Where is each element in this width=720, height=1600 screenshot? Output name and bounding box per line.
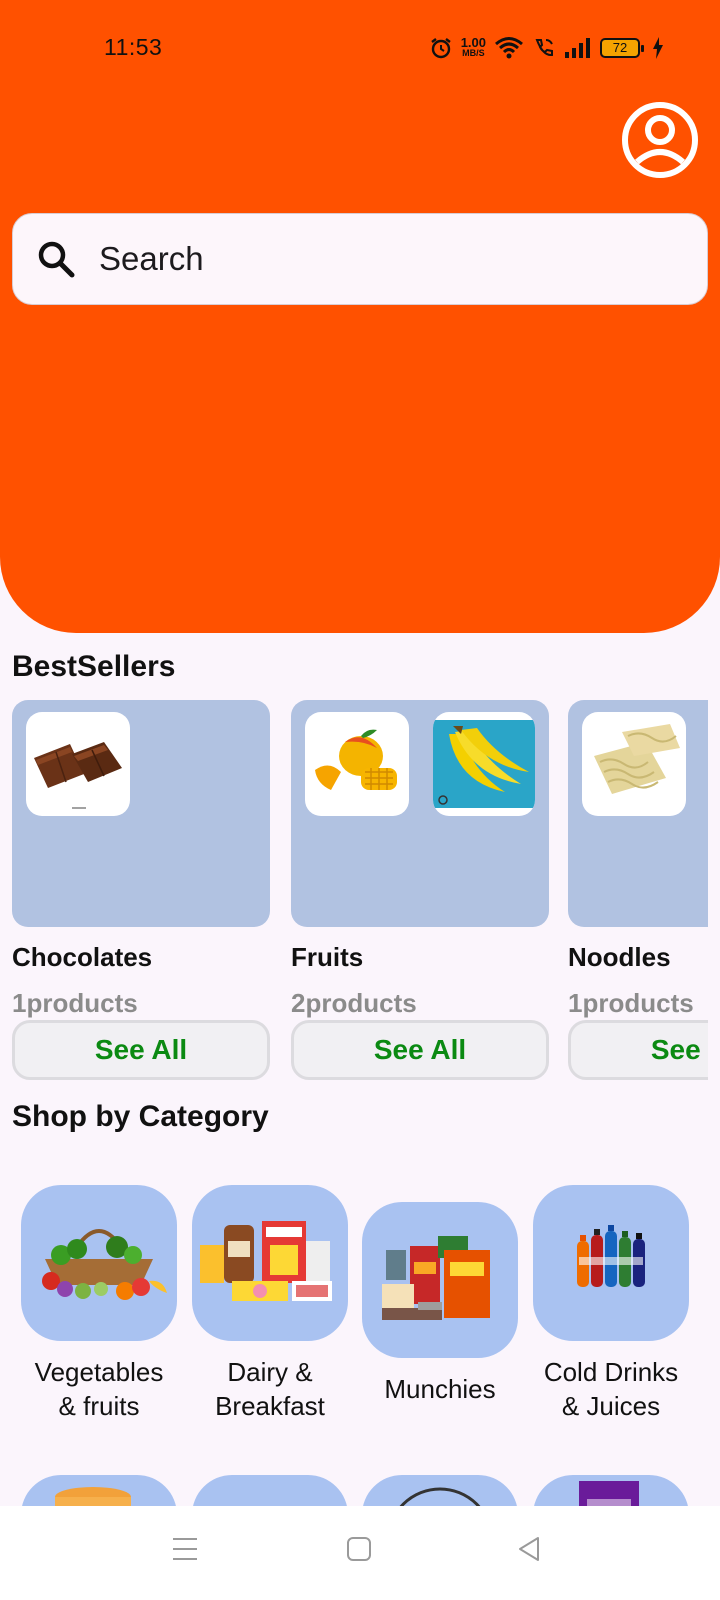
bestseller-card-fruits[interactable]: Fruits 2products See All — [291, 700, 549, 1090]
alarm-icon — [430, 38, 451, 59]
bestseller-count: 2products — [291, 988, 417, 1018]
noodles-image — [582, 712, 686, 816]
wifi-icon — [495, 37, 523, 59]
account-circle-icon[interactable] — [620, 100, 700, 180]
category-label: Munchies — [352, 1372, 528, 1406]
dairy-breakfast-image — [192, 1185, 348, 1341]
cold-drinks-image — [533, 1185, 689, 1341]
bestseller-images-box[interactable] — [568, 700, 708, 927]
bestseller-images-box[interactable] — [291, 700, 549, 927]
category-label-line1: Vegetables — [34, 1357, 164, 1387]
category-label-line2: & Juices — [561, 1391, 661, 1421]
net-speed-unit: MB/S — [462, 48, 485, 58]
wifi-call-icon — [535, 39, 553, 57]
category-label-line2: Breakfast — [215, 1391, 325, 1421]
mango-image — [305, 712, 409, 816]
bestseller-name: Fruits — [291, 942, 364, 972]
bestseller-count: 1products — [12, 988, 138, 1018]
search-bar[interactable]: Search — [12, 213, 708, 305]
status-icons: 1.00 MB/S 72 — [429, 34, 664, 62]
bestsellers-list[interactable]: Chocolates 1products See All Fruits 2pro… — [12, 700, 708, 1090]
status-bar: 11:53 1.00 MB/S 72 — [0, 0, 720, 96]
bestseller-card-noodles[interactable]: Noodles 1products See All — [568, 700, 708, 1090]
bestseller-name: Noodles — [568, 942, 671, 972]
charging-icon — [653, 37, 663, 59]
signal-icon — [565, 38, 590, 58]
category-label-line1: Cold Drinks — [543, 1357, 679, 1387]
bestseller-name: Chocolates — [12, 942, 153, 972]
vegetables-basket-image — [21, 1185, 177, 1341]
category-title: Shop by Category — [12, 1100, 269, 1133]
battery-level: 72 — [612, 40, 628, 55]
category-label-line1: Munchies — [384, 1374, 496, 1404]
category-label-line2: & fruits — [58, 1391, 140, 1421]
menu-icon[interactable] — [172, 1536, 198, 1562]
home-square-icon[interactable] — [346, 1536, 372, 1562]
munchies-image — [362, 1202, 518, 1358]
bestseller-images-box[interactable] — [12, 700, 270, 927]
battery-icon: 72 — [600, 38, 644, 58]
see-all-button[interactable]: See All — [568, 1020, 708, 1080]
chocolate-image — [26, 712, 130, 816]
see-all-button[interactable]: See All — [12, 1020, 270, 1080]
search-input[interactable]: Search — [99, 240, 204, 278]
back-triangle-icon[interactable] — [516, 1536, 542, 1562]
see-all-button[interactable]: See All — [291, 1020, 549, 1080]
category-label: Dairy & Breakfast — [182, 1355, 358, 1423]
net-speed-value: 1.00 — [460, 35, 486, 50]
category-label-line1: Dairy & — [227, 1357, 313, 1387]
bestsellers-title: BestSellers — [12, 650, 176, 683]
category-label: Cold Drinks & Juices — [523, 1355, 699, 1423]
net-speed: 1.00 MB/S — [460, 35, 486, 58]
category-label: Vegetables & fruits — [11, 1355, 187, 1423]
status-time: 11:53 — [104, 34, 163, 60]
banana-image — [433, 712, 535, 816]
bestseller-count: 1products — [568, 988, 694, 1018]
bestseller-card-chocolates[interactable]: Chocolates 1products See All — [12, 700, 270, 1090]
search-icon — [38, 241, 75, 278]
system-nav-bar — [0, 1506, 720, 1600]
